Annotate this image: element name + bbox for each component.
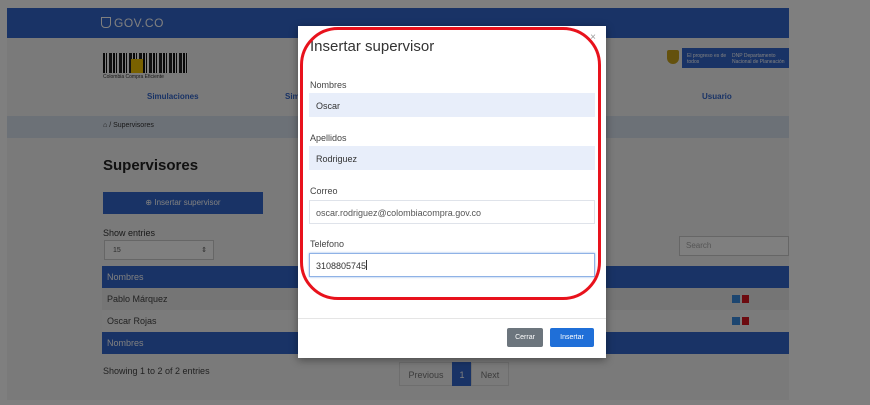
insertar-button[interactable]: Insertar	[550, 328, 594, 347]
cerrar-button[interactable]: Cerrar	[507, 328, 543, 347]
red-highlight-annotation	[300, 27, 601, 300]
modal-footer-divider	[298, 318, 606, 319]
